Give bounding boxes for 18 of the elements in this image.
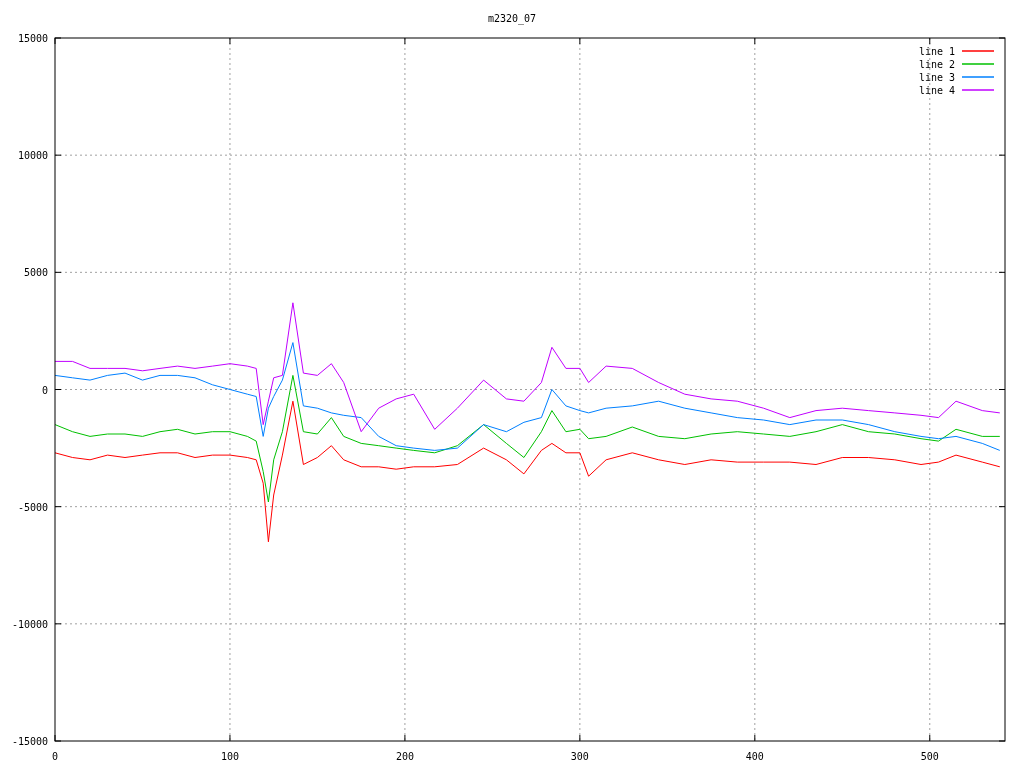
legend-label: line 1 (918, 46, 955, 57)
x-tick-label: 200 (395, 751, 414, 762)
legend-label: line 3 (918, 72, 955, 83)
chart-title: m2320_07 (487, 13, 537, 24)
y-tick-label: 0 (41, 384, 48, 396)
legend-label: line 2 (918, 59, 955, 70)
y-tick-label: 10000 (17, 150, 48, 162)
legend-label: line 4 (918, 85, 955, 96)
y-tick-label: -10000 (11, 618, 48, 630)
x-tick-label: 100 (220, 751, 239, 762)
y-tick-label: 5000 (23, 267, 48, 279)
x-tick-label: 400 (745, 751, 764, 762)
y-tick-label: -5000 (17, 501, 48, 513)
y-tick-label: 15000 (17, 33, 48, 44)
x-tick-label: 0 (52, 751, 58, 762)
x-tick-label: 500 (920, 751, 939, 762)
x-tick-label: 300 (570, 751, 589, 762)
y-tick-label: -15000 (11, 736, 48, 747)
